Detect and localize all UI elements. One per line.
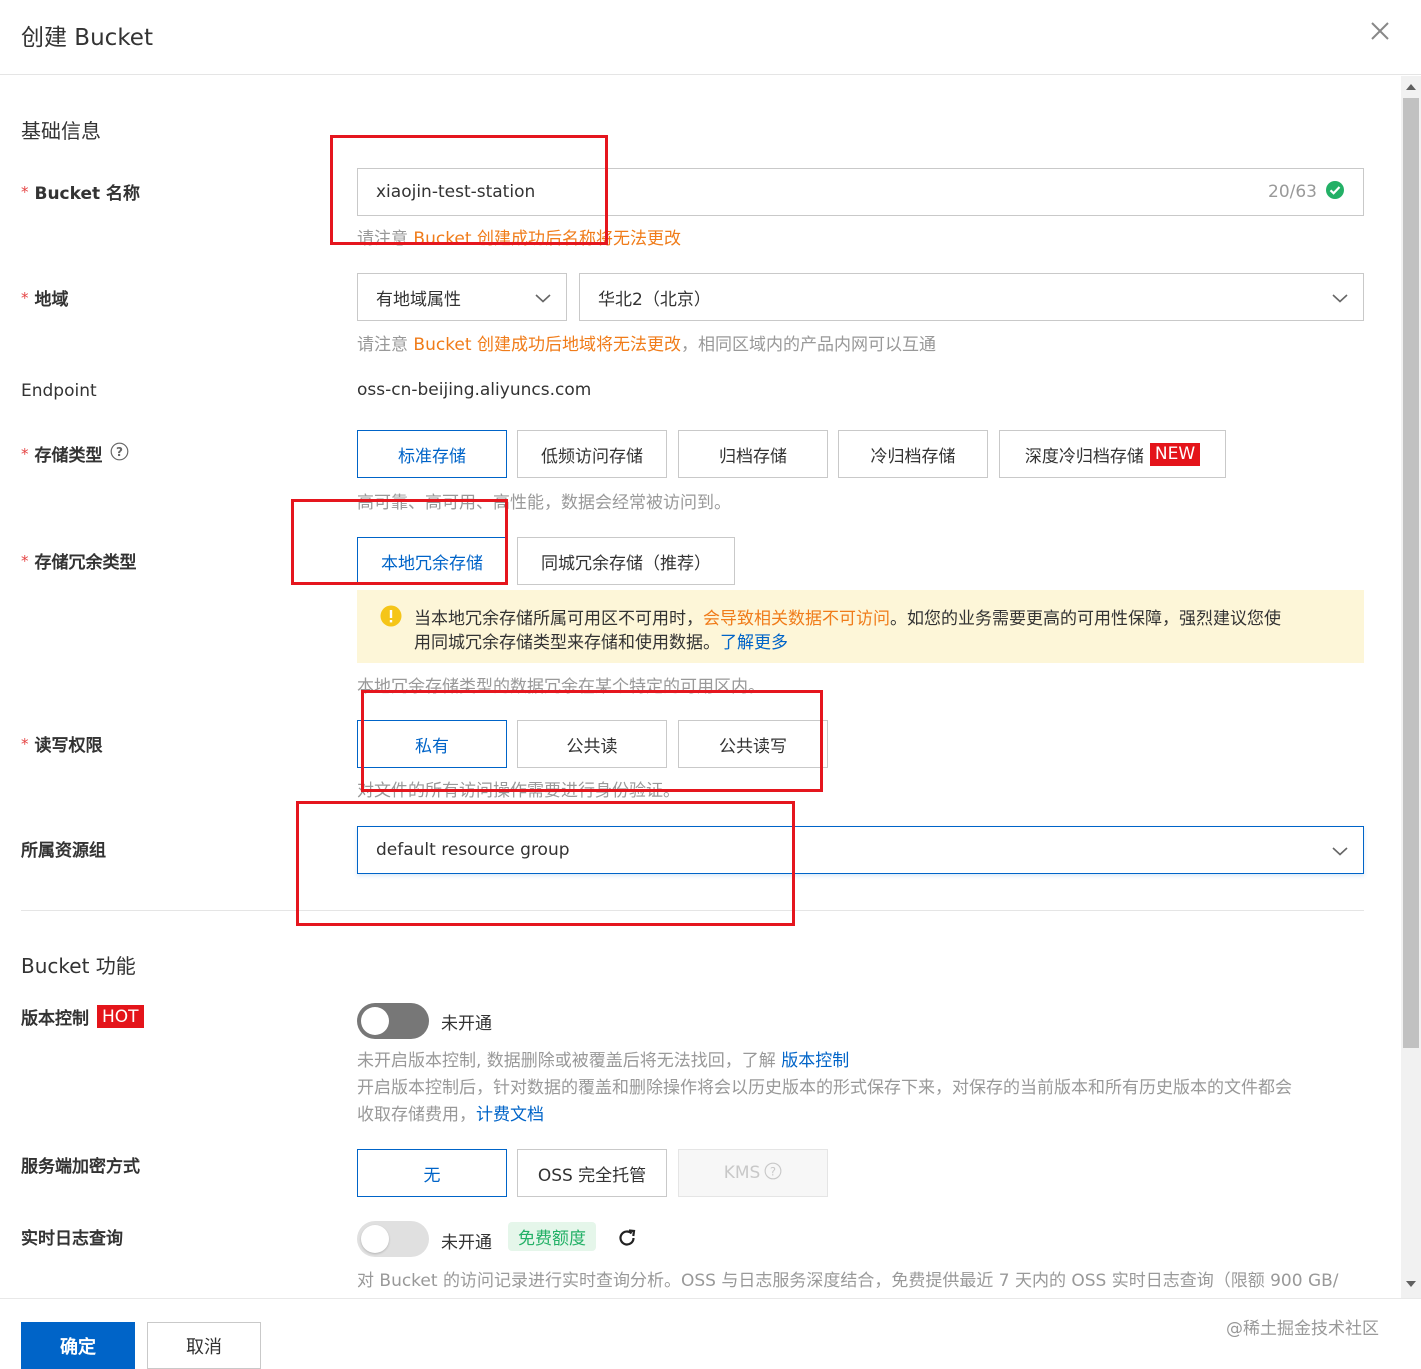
storage-class-deep-cold-archive[interactable]: 深度冷归档存储 NEW <box>999 430 1226 478</box>
region-type-value: 有地域属性 <box>376 289 461 310</box>
scroll-down-arrow-icon[interactable] <box>1406 1281 1416 1287</box>
versioning-label-text: 版本控制 <box>21 1009 89 1029</box>
bucket-name-counter: 20/63 <box>1268 182 1317 202</box>
dialog-title: 创建 Bucket <box>21 25 153 51</box>
chevron-down-icon <box>535 294 551 303</box>
annotation-box-redundancy <box>291 499 508 585</box>
hint-prefix: 请注意 <box>357 335 408 355</box>
region-label: * 地域 <box>21 285 69 311</box>
hot-badge: HOT <box>97 1005 144 1028</box>
resource-group-label: 所属资源组 <box>21 841 106 861</box>
encryption-label: 服务端加密方式 <box>21 1157 140 1177</box>
alert-text: 用同城冗余存储类型来存储和使用数据。 <box>414 633 720 653</box>
hint-warning: Bucket 创建成功后地域将无法更改 <box>413 335 681 355</box>
watermark: @稀土掘金技术社区 <box>1226 1319 1379 1339</box>
chevron-down-icon <box>1332 847 1348 856</box>
required-mark: * <box>21 551 29 570</box>
storage-class-cold-archive[interactable]: 冷归档存储 <box>838 430 988 478</box>
region-select[interactable]: 华北2（北京） <box>579 273 1364 321</box>
scrollbar-thumb[interactable] <box>1403 98 1419 1048</box>
learn-more-link[interactable]: 了解更多 <box>720 633 788 653</box>
desc-text: 收取存储费用， <box>357 1105 476 1125</box>
check-circle-icon <box>1325 180 1345 205</box>
kms-label: KMS <box>723 1163 761 1183</box>
help-circle-icon: ? <box>764 1162 782 1185</box>
storage-class-label: * 存储类型 ? <box>21 441 129 466</box>
free-quota-tag: 免费额度 <box>508 1222 596 1251</box>
hint-suffix: ，相同区域内的产品内网可以互通 <box>680 335 936 355</box>
required-mark: * <box>21 288 29 307</box>
realtime-log-toggle[interactable] <box>357 1221 429 1257</box>
annotation-box-resource-group <box>296 801 795 926</box>
warning-icon <box>380 605 402 631</box>
endpoint-label: Endpoint <box>21 381 97 401</box>
scroll-up-arrow-icon[interactable] <box>1406 84 1416 90</box>
required-mark: * <box>21 182 29 201</box>
region-label-text: 地域 <box>34 290 69 310</box>
section-title-features: Bucket 功能 <box>21 954 136 978</box>
close-icon[interactable] <box>1367 18 1393 44</box>
refresh-icon[interactable] <box>616 1227 638 1253</box>
storage-class-standard[interactable]: 标准存储 <box>357 430 507 478</box>
versioning-desc-1: 未开启版本控制, 数据删除或被覆盖后将无法找回，了解 版本控制 <box>357 1046 849 1071</box>
section-title-basic: 基础信息 <box>21 119 101 143</box>
alert-line-1: 当本地冗余存储所属可用区不可用时，会导致相关数据不可访问。如您的业务需要更高的可… <box>414 604 1281 629</box>
versioning-status: 未开通 <box>441 1014 492 1034</box>
cancel-button[interactable]: 取消 <box>147 1322 261 1369</box>
realtime-log-label: 实时日志查询 <box>21 1229 123 1249</box>
toggle-knob <box>361 1225 389 1253</box>
encryption-oss-managed[interactable]: OSS 完全托管 <box>517 1149 667 1197</box>
versioning-doc-link[interactable]: 版本控制 <box>781 1051 849 1071</box>
region-value: 华北2（北京） <box>598 289 711 310</box>
alert-text: 。如您的业务需要更高的可用性保障，强烈建议您使 <box>890 609 1281 629</box>
redundancy-zrs[interactable]: 同城冗余存储（推荐） <box>517 537 735 585</box>
acl-label: * 读写权限 <box>21 731 103 757</box>
acl-label-text: 读写权限 <box>34 736 103 756</box>
encryption-none[interactable]: 无 <box>357 1149 507 1197</box>
storage-class-archive[interactable]: 归档存储 <box>678 430 828 478</box>
redundancy-label: * 存储冗余类型 <box>21 548 137 574</box>
versioning-desc-3: 收取存储费用，计费文档 <box>357 1100 544 1125</box>
realtime-log-status: 未开通 <box>441 1233 492 1253</box>
region-hint: 请注意 Bucket 创建成功后地域将无法更改，相同区域内的产品内网可以互通 <box>357 330 936 355</box>
redundancy-label-text: 存储冗余类型 <box>34 553 137 573</box>
required-mark: * <box>21 444 29 463</box>
confirm-button[interactable]: 确定 <box>21 1322 135 1369</box>
bucket-name-label-text: Bucket 名称 <box>34 184 141 204</box>
help-circle-icon[interactable]: ? <box>110 442 129 466</box>
toggle-knob <box>361 1007 389 1035</box>
endpoint-value: oss-cn-beijing.aliyuncs.com <box>357 380 592 400</box>
alert-line-2: 用同城冗余存储类型来存储和使用数据。了解更多 <box>414 628 788 653</box>
svg-text:?: ? <box>770 1164 776 1178</box>
required-mark: * <box>21 734 29 753</box>
dialog-header <box>0 0 1421 75</box>
versioning-toggle[interactable] <box>357 1003 429 1039</box>
region-type-select[interactable]: 有地域属性 <box>357 273 567 321</box>
annotation-box-bucket-name <box>330 135 608 245</box>
bucket-name-label: * Bucket 名称 <box>21 179 141 205</box>
alert-text: 当本地冗余存储所属可用区不可用时， <box>414 609 703 629</box>
annotation-box-acl <box>361 690 823 792</box>
chevron-down-icon <box>1332 294 1348 303</box>
storage-class-label-text: 存储类型 <box>34 446 103 466</box>
new-badge: NEW <box>1149 442 1201 466</box>
alert-warning-text: 会导致相关数据不可访问 <box>703 609 890 629</box>
desc-text: 未开启版本控制, 数据删除或被覆盖后将无法找回，了解 <box>357 1051 776 1071</box>
billing-doc-link[interactable]: 计费文档 <box>476 1105 544 1125</box>
deep-cold-archive-label: 深度冷归档存储 <box>1024 446 1144 467</box>
svg-text:?: ? <box>116 445 123 459</box>
versioning-desc-2: 开启版本控制后，针对数据的覆盖和删除操作将会以历史版本的形式保存下来，对保存的当… <box>357 1078 1292 1098</box>
realtime-log-desc: 对 Bucket 的访问记录进行实时查询分析。OSS 与日志服务深度结合，免费提… <box>357 1271 1339 1291</box>
encryption-kms: KMS ? <box>678 1149 828 1197</box>
storage-class-ia[interactable]: 低频访问存储 <box>517 430 667 478</box>
versioning-label: 版本控制 HOT <box>21 1004 144 1029</box>
